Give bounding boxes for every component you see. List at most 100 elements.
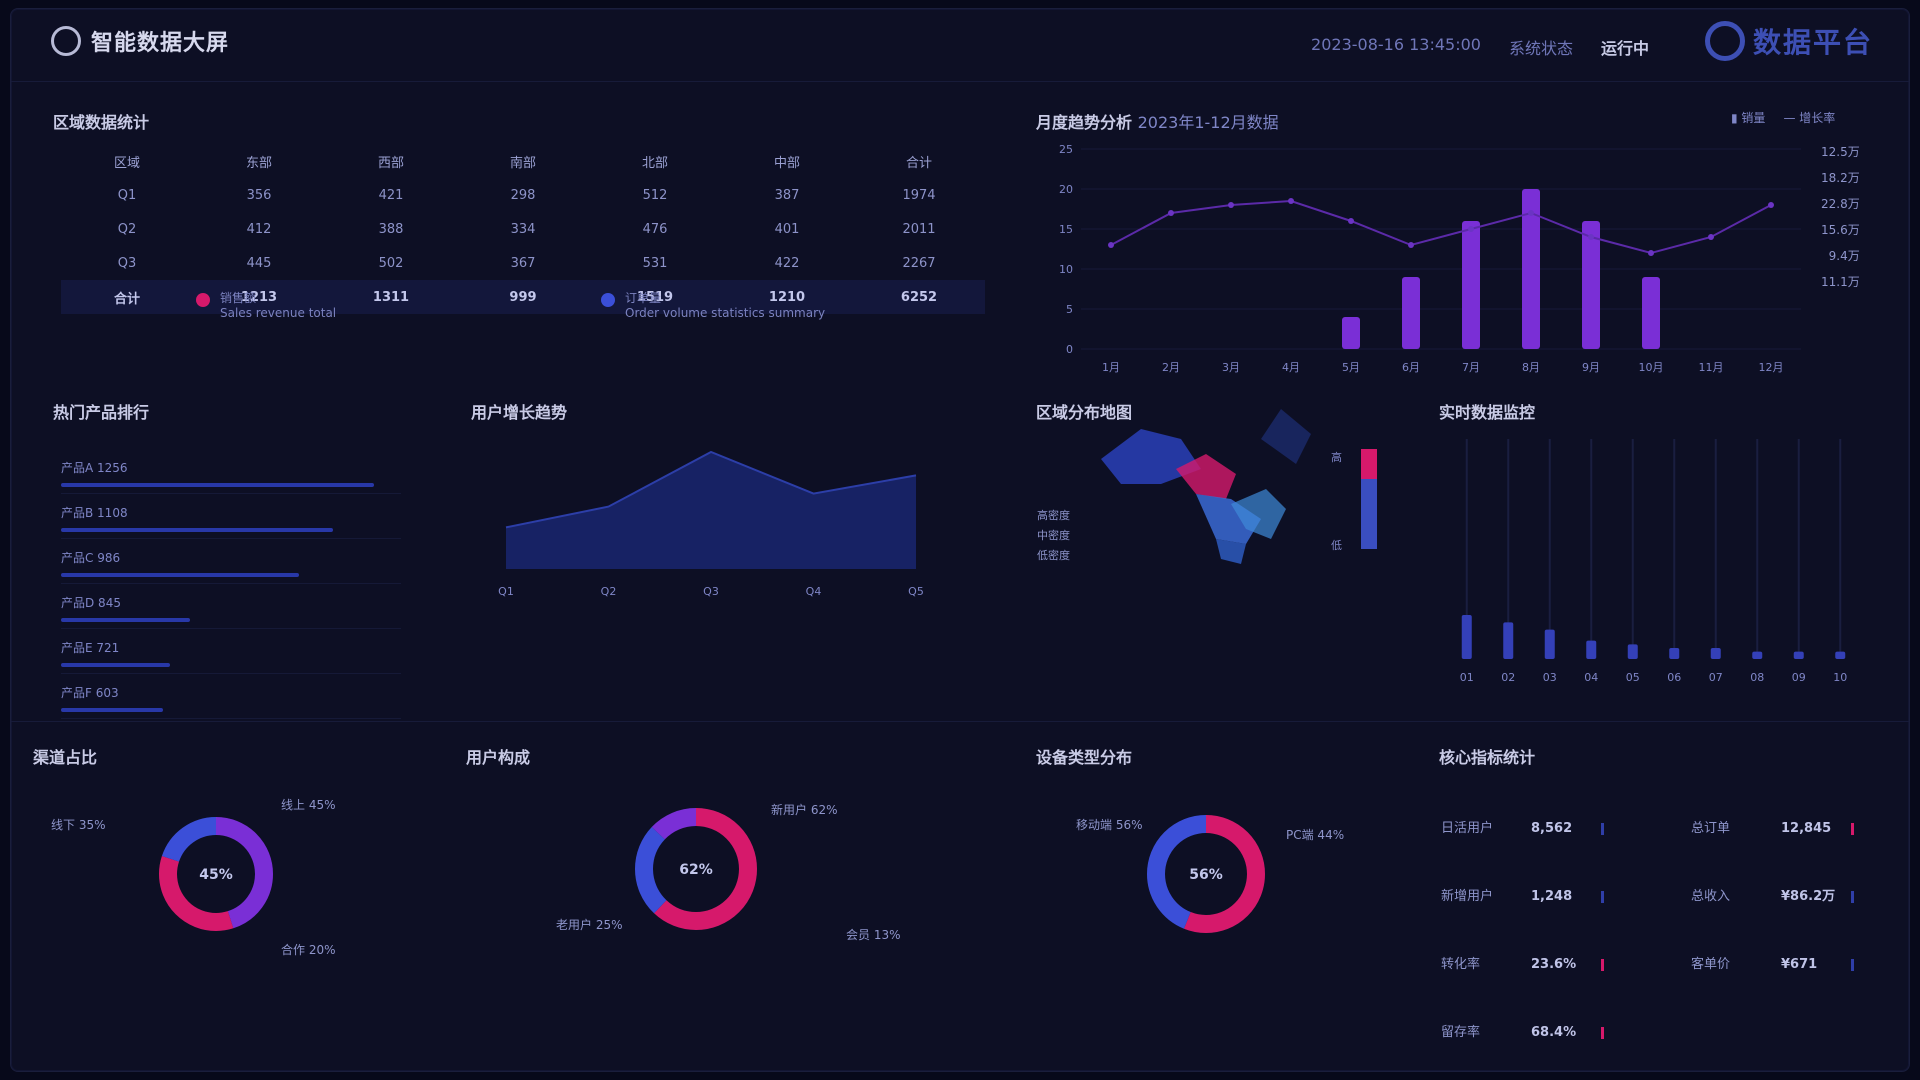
combo-point[interactable] (1648, 250, 1654, 256)
kv-key: 留存率 (1441, 1025, 1481, 1040)
x-tick-label: 10 (1833, 671, 1847, 684)
vbar[interactable] (1544, 629, 1555, 659)
kv-key: 日活用户 (1441, 821, 1494, 836)
combo-point[interactable] (1168, 210, 1174, 216)
x-tick-label: 5月 (1342, 361, 1360, 374)
vbar[interactable] (1627, 644, 1638, 659)
table-cell: 6252 (853, 280, 985, 314)
combo-point[interactable] (1768, 202, 1774, 208)
rank-label: 产品E 721 (61, 641, 120, 655)
table-row[interactable]: Q3 445 502 367 531 422 2267 (61, 246, 985, 280)
donut-label: 线上 45% (281, 798, 336, 812)
rank-row[interactable]: 产品E 721 (61, 629, 401, 674)
x-tick-label: 04 (1584, 671, 1598, 684)
combo-right-item: 12.5万 (1821, 145, 1860, 159)
vbar[interactable] (1752, 651, 1763, 659)
x-tick-label: 01 (1460, 671, 1474, 684)
vbar[interactable] (1835, 651, 1846, 659)
vbar[interactable] (1793, 651, 1804, 659)
combo-bar[interactable] (1402, 277, 1420, 349)
x-tick-label: 7月 (1462, 361, 1480, 374)
vbar-panel-title: 实时数据监控 (1439, 403, 1536, 422)
kv-marker (1851, 890, 1854, 903)
combo-bar[interactable] (1462, 221, 1480, 349)
kv-key: 转化率 (1441, 957, 1481, 972)
table-cell: Q3 (117, 255, 137, 271)
x-tick-label: Q4 (806, 585, 822, 598)
x-tick-label: 05 (1626, 671, 1640, 684)
header-bar: 智能数据大屏 2023-08-16 13:45:00 系统状态 运行中 数据平台 (11, 9, 1909, 82)
vbar[interactable] (1461, 615, 1472, 659)
legend-label: 订单量 (625, 291, 662, 305)
rank-bar (61, 663, 170, 667)
rank-bar (61, 618, 191, 622)
combo-point[interactable] (1528, 210, 1534, 216)
vbar[interactable] (1586, 640, 1597, 659)
rank-label: 产品D 845 (61, 596, 121, 610)
kv-row: 新增用户 1,248 (1441, 885, 1604, 904)
combo-legend-line[interactable]: — 增长率 (1783, 109, 1835, 126)
table-cell: 502 (378, 255, 404, 271)
area-chart: Q1 Q2 Q3 Q4 Q5 (498, 450, 924, 598)
rank-label: 产品C 986 (61, 551, 121, 565)
x-tick-label: 11月 (1699, 361, 1724, 374)
combo-bar[interactable] (1342, 317, 1360, 349)
table-row[interactable]: Q1 356 421 298 512 387 1974 (61, 178, 985, 212)
donut-center: 45% (199, 867, 233, 883)
rank-row[interactable]: 产品F 603 (61, 674, 401, 719)
brand-logo: 数据平台 (1704, 21, 1873, 61)
map-scale-high (1361, 449, 1377, 479)
donut-label: 移动端 56% (1076, 818, 1143, 832)
combo-point[interactable] (1348, 218, 1354, 224)
line-panel-title: 用户增长趋势 (471, 403, 568, 422)
legend-dot (196, 293, 210, 307)
combo-point[interactable] (1228, 202, 1234, 208)
combo-right-list: 12.5万 18.2万 22.8万 15.6万 9.4万 11.1万 (1821, 139, 1860, 295)
kv-value: ¥86.2万 (1781, 889, 1836, 904)
table-row[interactable]: Q2 412 388 334 476 401 2011 (61, 212, 985, 246)
vbar[interactable] (1503, 622, 1514, 659)
combo-point[interactable] (1408, 242, 1414, 248)
datetime-text: 2023-08-16 13:45:00 (1311, 35, 1481, 54)
combo-bar[interactable] (1642, 277, 1660, 349)
table-cell: 合计 (61, 280, 193, 314)
header-info: 2023-08-16 13:45:00 系统状态 运行中 (1311, 35, 1649, 59)
donut-label: 老用户 25% (556, 917, 623, 932)
combo-point[interactable] (1588, 234, 1594, 240)
rank-row[interactable]: 产品B 1108 (61, 494, 401, 539)
brand-text: 数据平台 (1752, 26, 1873, 59)
table-cell: 387 (774, 187, 800, 203)
rank-row[interactable]: 产品D 845 (61, 584, 401, 629)
kv-marker (1601, 958, 1604, 971)
combo-legend-bar[interactable]: ▮ 销量 (1731, 109, 1765, 126)
kv-row: 留存率 68.4% (1441, 1021, 1604, 1040)
combo-right-item: 9.4万 (1828, 249, 1860, 263)
kv-row: 日活用户 8,562 (1441, 817, 1604, 836)
kv-key: 总收入 (1691, 889, 1731, 904)
vbar[interactable] (1710, 648, 1721, 659)
combo-point[interactable] (1468, 226, 1474, 232)
x-tick-label: 07 (1709, 671, 1723, 684)
rank-row[interactable]: 产品C 986 (61, 539, 401, 584)
x-tick-label: Q2 (601, 585, 617, 598)
x-tick-label: 08 (1750, 671, 1764, 684)
combo-point[interactable] (1288, 198, 1294, 204)
combo-point[interactable] (1108, 242, 1114, 248)
donut-label: 新用户 62% (771, 802, 838, 817)
area-fill (506, 452, 916, 569)
rank-bar (61, 573, 299, 577)
vbar[interactable] (1669, 648, 1680, 659)
table-cell: 476 (642, 221, 668, 237)
rank-bar (61, 708, 163, 712)
combo-title-text: 月度趋势分析 (1036, 113, 1133, 132)
kv-marker (1601, 822, 1604, 835)
col-header: 中部 (773, 155, 800, 171)
rank-row[interactable]: 产品A 1256 (61, 449, 401, 494)
x-tick-label: 09 (1792, 671, 1806, 684)
combo-point[interactable] (1708, 234, 1714, 240)
map-region-frontier[interactable] (1261, 409, 1311, 464)
combo-bar[interactable] (1582, 221, 1600, 349)
table-cell: 2011 (902, 221, 936, 237)
kv-key: 客单价 (1691, 957, 1731, 972)
table-cell: 1311 (325, 280, 457, 314)
